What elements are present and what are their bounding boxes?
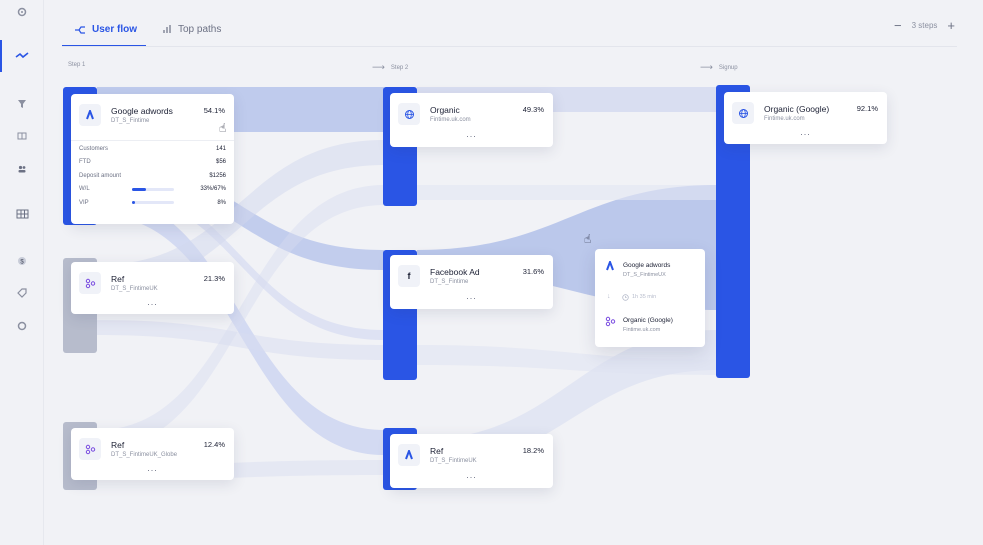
more-icon[interactable]: ... bbox=[466, 129, 477, 139]
card-divider bbox=[71, 140, 234, 141]
node-card-organic[interactable]: Organic Fintime.uk.com 49.3% ... bbox=[390, 93, 553, 147]
progress-fill bbox=[132, 201, 136, 205]
flow-ribbon bbox=[417, 185, 717, 200]
referral-icon bbox=[79, 438, 101, 460]
node-percent: 49.3% bbox=[522, 105, 544, 114]
flow-tooltip: Google adwords DT_S_FintimeUX ↓ 1h 35 mi… bbox=[595, 249, 705, 347]
progress-bar bbox=[132, 201, 174, 205]
node-title: Ref bbox=[111, 274, 125, 284]
globe-icon bbox=[732, 102, 754, 124]
node-percent: 12.4% bbox=[203, 440, 225, 449]
referral-icon bbox=[605, 316, 616, 327]
metric-label: W/L bbox=[79, 186, 90, 193]
metric-value: 141 bbox=[215, 145, 226, 152]
node-title: Facebook Ad bbox=[430, 267, 480, 277]
metric-value: 8% bbox=[217, 199, 226, 206]
metric-row: Customers 141 bbox=[79, 142, 226, 156]
metric-row: W/L 33%/67% bbox=[79, 183, 226, 197]
node-title: Google adwords bbox=[111, 106, 173, 116]
metric-label: FTD bbox=[79, 159, 91, 166]
google-ads-icon bbox=[606, 261, 614, 271]
node-title: Ref bbox=[430, 446, 444, 456]
more-icon[interactable]: ... bbox=[147, 463, 158, 473]
metric-label: VIP bbox=[79, 199, 89, 206]
clock-icon bbox=[622, 294, 629, 301]
node-percent: 92.1% bbox=[856, 104, 878, 113]
tooltip-to-title: Organic (Google) bbox=[623, 317, 673, 324]
node-percent: 31.6% bbox=[522, 267, 544, 276]
node-subtitle: DT_S_FintimeUK bbox=[111, 286, 158, 292]
metric-row: VIP 8% bbox=[79, 196, 226, 210]
tooltip-duration: 1h 35 min bbox=[632, 294, 657, 300]
metric-label: Deposit amount bbox=[79, 172, 122, 179]
more-icon[interactable]: ... bbox=[147, 297, 158, 307]
metric-value: 33%/67% bbox=[200, 186, 226, 193]
progress-fill bbox=[132, 187, 146, 191]
metric-value: $56 bbox=[215, 159, 226, 166]
node-subtitle: DT_S_FintimeUK bbox=[430, 458, 477, 464]
more-icon[interactable]: ... bbox=[466, 291, 477, 301]
metric-row: FTD $56 bbox=[79, 156, 226, 170]
globe-icon bbox=[398, 103, 420, 125]
node-title: Ref bbox=[111, 440, 125, 450]
node-card-google-adwords[interactable]: Google adwords DT_S_Fintime 54.1% Custom… bbox=[71, 94, 234, 224]
node-card-facebook-ad[interactable]: f Facebook Ad DT_S_Fintime 31.6% ... bbox=[390, 255, 553, 309]
metric-row: Deposit amount $1256 bbox=[79, 169, 226, 183]
metric-label: Customers bbox=[79, 145, 109, 152]
node-subtitle: DT_S_Fintime bbox=[111, 118, 150, 124]
node-card-ref-step2[interactable]: Ref DT_S_FintimeUK 18.2% ... bbox=[390, 434, 553, 488]
node-title: Organic (Google) bbox=[764, 104, 830, 114]
google-ads-icon bbox=[398, 444, 420, 466]
hand-cursor-icon: ☝ bbox=[219, 121, 227, 135]
referral-icon bbox=[79, 272, 101, 294]
arrow-down-icon: ↓ bbox=[607, 293, 611, 300]
node-subtitle: DT_S_Fintime bbox=[430, 279, 469, 285]
node-card-organic-google[interactable]: Organic (Google) Fintime.uk.com 92.1% ..… bbox=[724, 92, 887, 144]
node-percent: 54.1% bbox=[203, 106, 225, 115]
progress-bar bbox=[132, 187, 174, 191]
node-card-ref-globe[interactable]: Ref DT_S_FintimeUK_Globe 12.4% ... bbox=[71, 428, 234, 480]
tooltip-to-subtitle: Fintime.uk.com bbox=[623, 327, 661, 333]
metric-value: $1256 bbox=[209, 172, 226, 179]
more-icon[interactable]: ... bbox=[800, 127, 811, 137]
google-ads-icon bbox=[79, 104, 101, 126]
metrics-list: Customers 141 FTD $56 Deposit amount $12… bbox=[79, 142, 226, 210]
node-subtitle: DT_S_FintimeUK_Globe bbox=[111, 452, 178, 458]
hand-cursor-icon: ☝ bbox=[584, 232, 592, 246]
node-subtitle: Fintime.uk.com bbox=[430, 117, 471, 123]
node-card-ref[interactable]: Ref DT_S_FintimeUK 21.3% ... bbox=[71, 262, 234, 314]
facebook-icon: f bbox=[398, 265, 420, 287]
node-subtitle: Fintime.uk.com bbox=[764, 116, 805, 122]
tooltip-from-title: Google adwords bbox=[623, 262, 671, 269]
node-percent: 21.3% bbox=[203, 274, 225, 283]
node-title: Organic bbox=[430, 105, 460, 115]
tooltip-from-subtitle: DT_S_FintimeUX bbox=[623, 272, 666, 278]
more-icon[interactable]: ... bbox=[466, 470, 477, 480]
node-percent: 18.2% bbox=[522, 446, 544, 455]
